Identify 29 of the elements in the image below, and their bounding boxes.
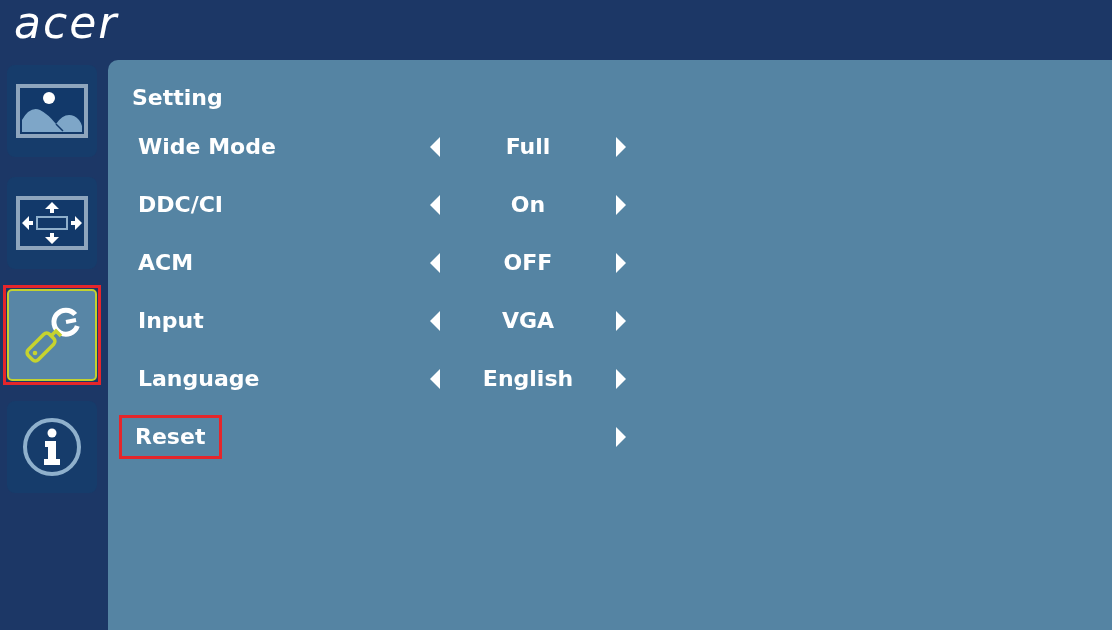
menu-item[interactable]: Input <box>135 305 207 337</box>
panel-title: Setting <box>132 85 223 110</box>
left-arrow-icon <box>430 253 440 273</box>
menu-item[interactable]: ACM <box>135 247 197 279</box>
right-arrow-icon <box>616 253 626 273</box>
option-value: Full <box>505 134 551 160</box>
brand-logo: acer <box>14 1 119 45</box>
option-value: OFF <box>503 250 553 276</box>
option-value: VGA <box>501 308 555 334</box>
option-value: English <box>482 366 574 392</box>
sidebar-tab[interactable] <box>3 285 101 385</box>
right-arrow-icon <box>616 195 626 215</box>
right-arrow-icon <box>616 369 626 389</box>
right-arrow-icon <box>616 311 626 331</box>
resize-arrows-icon <box>16 196 88 250</box>
menu-item[interactable]: DDC/CI <box>135 189 227 221</box>
menu-item[interactable]: Language <box>135 363 263 395</box>
left-arrow-icon <box>430 311 440 331</box>
left-arrow-icon <box>430 137 440 157</box>
info-icon <box>22 417 82 477</box>
menu-item[interactable]: Reset <box>119 415 223 459</box>
option-value: On <box>510 192 546 218</box>
image-icon <box>16 84 88 138</box>
left-arrow-icon <box>430 369 440 389</box>
menu-item[interactable]: Wide Mode <box>135 131 279 163</box>
wrench-icon <box>24 306 80 364</box>
left-arrow-icon <box>430 195 440 215</box>
right-arrow-icon <box>616 427 626 447</box>
right-arrow-icon <box>616 137 626 157</box>
